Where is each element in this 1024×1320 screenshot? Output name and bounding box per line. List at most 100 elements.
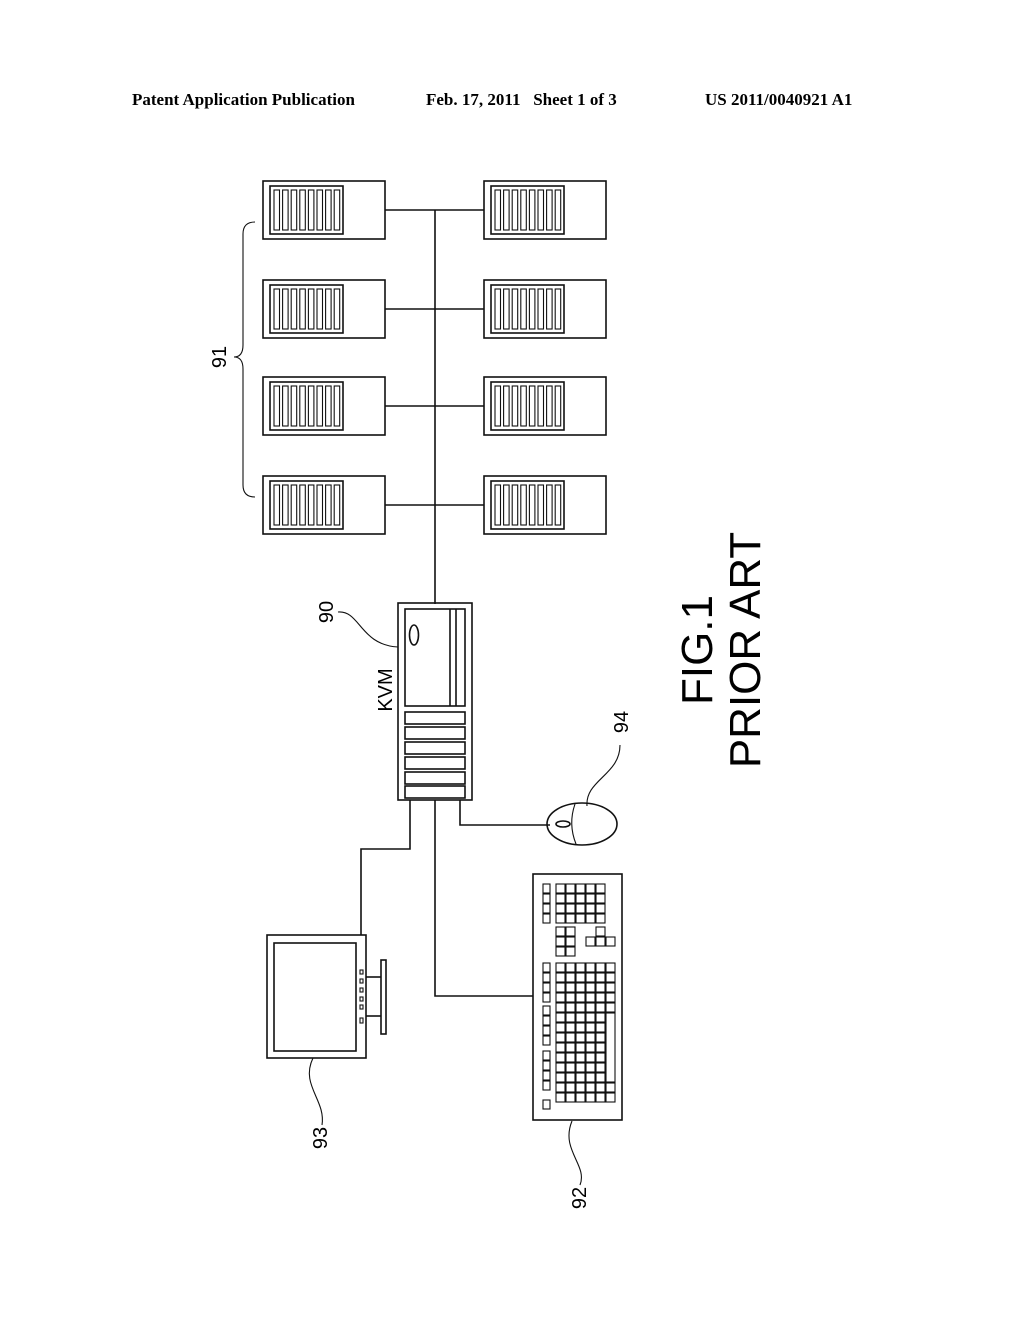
key [555,903,566,914]
drive-bay [528,189,536,231]
key [595,926,606,937]
key [585,992,596,1003]
key [575,1042,586,1053]
key [595,1032,606,1043]
ref-94: 94 [611,711,633,733]
drive-bay [546,189,553,231]
drive-bay [273,385,281,427]
drive-bay [316,484,324,526]
key [595,936,606,947]
key [585,913,596,924]
key [542,1005,551,1016]
drive-bay [520,189,527,231]
key [555,1072,566,1083]
key [585,936,596,947]
key [585,1012,596,1023]
key [595,992,606,1003]
key [555,1062,566,1073]
mouse [546,802,618,846]
drive-bay [273,189,281,231]
drive-bay [554,288,562,330]
key [565,1082,576,1093]
key [542,1035,551,1046]
drive-bay [511,484,519,526]
drive-bay [554,385,562,427]
key [575,972,586,983]
drive-bay [290,189,298,231]
drive-bay [494,288,502,330]
key [565,946,576,957]
key [542,1099,551,1110]
key [542,992,551,1003]
drive-bay [546,288,553,330]
key [585,1092,596,1103]
key [575,1032,586,1043]
drive-bay [290,484,298,526]
key [565,992,576,1003]
drive-bay [316,385,324,427]
server [262,376,386,436]
key [585,1022,596,1033]
key [605,1092,616,1103]
key [565,1032,576,1043]
drive-bay [299,385,306,427]
drive-bay [307,189,315,231]
drive-bay [282,288,289,330]
key [555,1042,566,1053]
key [575,1062,586,1073]
key [595,1052,606,1063]
key [605,1082,616,1093]
drive-bay [307,288,315,330]
key [595,893,606,904]
server [262,180,386,240]
key [555,982,566,993]
key [555,1012,566,1023]
key [575,1082,586,1093]
key [585,972,596,983]
keyboard-cable [434,800,533,997]
key [565,913,576,924]
key [585,1072,596,1083]
drive-bay [333,288,341,330]
drive-bay [528,288,536,330]
key [542,962,551,973]
key [605,982,616,993]
key [542,903,551,914]
server [483,475,607,535]
drive-bay [537,189,545,231]
key [555,946,566,957]
server [262,475,386,535]
keyboard [532,873,623,1121]
key [542,982,551,993]
drive-bay [537,288,545,330]
key [565,893,576,904]
key [555,1092,566,1103]
drive-bay [511,288,519,330]
drive-bay [299,484,306,526]
key [555,962,566,973]
key [542,1060,551,1071]
key [555,972,566,983]
drive-bay [333,189,341,231]
drive-bay [554,189,562,231]
key [542,1070,551,1081]
key [595,982,606,993]
key [565,1062,576,1073]
key [555,913,566,924]
key [575,1052,586,1063]
key [565,926,576,937]
drive-bay [511,189,519,231]
key [565,1092,576,1103]
drive-bay [333,484,341,526]
key [585,883,596,894]
ref-90-leader [337,611,399,648]
drive-bay [273,484,281,526]
kvm-slot [404,741,466,755]
key [565,1002,576,1013]
key [595,1072,606,1083]
key [565,1022,576,1033]
server [262,279,386,339]
drive-bay [325,484,332,526]
figure-diagram: 91 KVM 90 94 93 92 FIG.1 PRIOR ART [209,180,770,1209]
drive-bay [325,288,332,330]
